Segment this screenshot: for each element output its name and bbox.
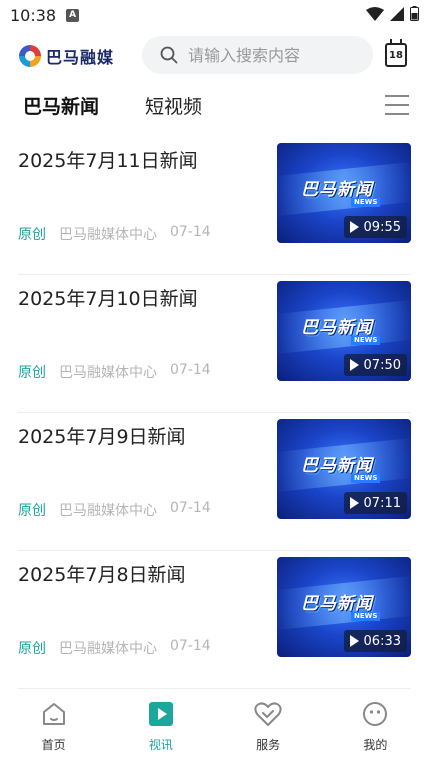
video-thumbnail[interactable]: 巴马新闻 NEWS 09:55 [277, 143, 411, 243]
news-date: 07-14 [170, 224, 211, 240]
nav-item-mine[interactable]: 我的 [322, 694, 429, 762]
tab-bama-news[interactable]: 巴马新闻 [23, 92, 99, 119]
original-tag: 原创 [18, 227, 46, 243]
news-source: 巴马融媒体中心 [59, 365, 157, 381]
video-duration: 06:33 [343, 630, 407, 652]
logo-mark-icon [19, 45, 41, 67]
nav-label-mine: 我的 [363, 738, 388, 752]
news-item[interactable]: 2025年7月9日新闻 原创 巴马融媒体中心 07-14 巴马新闻 NEWS 0… [18, 413, 411, 551]
nav-item-service[interactable]: 服务 [215, 694, 322, 762]
thumbnail-logo-text: 巴马新闻 [301, 318, 373, 338]
app-header: 巴马融媒 18 [0, 36, 429, 76]
news-date: 07-14 [170, 362, 211, 378]
notification-icon: A [66, 8, 80, 22]
menu-line [385, 104, 409, 106]
play-icon [147, 700, 175, 728]
news-title: 2025年7月10日新闻 [18, 288, 198, 310]
news-meta: 原创 巴马融媒体中心 07-14 [18, 500, 211, 520]
news-title: 2025年7月9日新闻 [18, 426, 186, 448]
news-source: 巴马融媒体中心 [59, 641, 157, 657]
battery-icon [410, 6, 419, 21]
news-item[interactable]: 2025年7月11日新闻 原创 巴马融媒体中心 07-14 巴马新闻 NEWS … [18, 137, 411, 275]
nav-label-home: 首页 [41, 738, 66, 752]
heart-icon [254, 700, 282, 728]
play-icon [349, 359, 359, 371]
smile-icon [361, 700, 389, 728]
video-duration: 07:50 [343, 354, 407, 376]
original-tag: 原创 [18, 503, 46, 519]
nav-label-service: 服务 [256, 738, 281, 752]
news-title: 2025年7月8日新闻 [18, 564, 186, 586]
calendar-day: 18 [389, 50, 403, 61]
news-title: 2025年7月11日新闻 [18, 150, 198, 172]
news-meta: 原创 巴马融媒体中心 07-14 [18, 224, 211, 244]
search-bar[interactable] [142, 36, 373, 74]
status-indicators [366, 6, 419, 21]
video-duration: 09:55 [343, 216, 407, 238]
news-date: 07-14 [170, 638, 211, 654]
news-list: 2025年7月11日新闻 原创 巴马融媒体中心 07-14 巴马新闻 NEWS … [0, 137, 429, 689]
logo-text: 巴马融媒 [46, 48, 115, 67]
status-time: 10:38 [10, 5, 57, 25]
news-source: 巴马融媒体中心 [59, 503, 157, 519]
duration-text: 07:50 [363, 357, 401, 373]
thumbnail-news-badge: NEWS [351, 198, 381, 207]
calendar-button[interactable]: 18 [385, 39, 407, 67]
nav-label-video: 视讯 [148, 738, 173, 752]
channel-tabs: 巴马新闻 短视频 [0, 88, 429, 124]
home-icon [40, 700, 68, 728]
search-input[interactable] [188, 45, 368, 65]
menu-line [385, 113, 409, 115]
menu-line [385, 95, 409, 97]
original-tag: 原创 [18, 641, 46, 657]
duration-text: 07:11 [363, 495, 401, 511]
play-icon [349, 221, 359, 233]
thumbnail-logo-text: 巴马新闻 [301, 594, 373, 614]
play-icon [349, 635, 359, 647]
thumbnail-logo-text: 巴马新闻 [301, 456, 373, 476]
wifi-icon [366, 6, 384, 21]
thumbnail-news-badge: NEWS [351, 474, 381, 483]
thumbnail-logo-text: 巴马新闻 [301, 180, 373, 200]
duration-text: 09:55 [363, 219, 401, 235]
original-tag: 原创 [18, 365, 46, 381]
video-thumbnail[interactable]: 巴马新闻 NEWS 07:11 [277, 419, 411, 519]
video-thumbnail[interactable]: 巴马新闻 NEWS 07:50 [277, 281, 411, 381]
status-bar: 10:38 A [0, 0, 429, 30]
thumbnail-news-badge: NEWS [351, 612, 381, 621]
play-icon [349, 497, 359, 509]
news-date: 07-14 [170, 500, 211, 516]
search-icon [160, 46, 178, 64]
news-meta: 原创 巴马融媒体中心 07-14 [18, 362, 211, 382]
app-logo: 巴马融媒 [19, 44, 114, 68]
news-item[interactable]: 2025年7月8日新闻 原创 巴马融媒体中心 07-14 巴马新闻 NEWS 0… [18, 551, 411, 689]
thumbnail-news-badge: NEWS [351, 336, 381, 345]
duration-text: 06:33 [363, 633, 401, 649]
news-item[interactable]: 2025年7月10日新闻 原创 巴马融媒体中心 07-14 巴马新闻 NEWS … [18, 275, 411, 413]
tab-short-video[interactable]: 短视频 [145, 92, 202, 119]
video-duration: 07:11 [343, 492, 407, 514]
video-thumbnail[interactable]: 巴马新闻 NEWS 06:33 [277, 557, 411, 657]
nav-item-home[interactable]: 首页 [0, 694, 107, 762]
news-source: 巴马融媒体中心 [59, 227, 157, 243]
channel-menu-button[interactable] [385, 95, 409, 115]
bottom-nav: 首页 视讯 服务 我的 [0, 694, 429, 762]
nav-item-video[interactable]: 视讯 [107, 694, 214, 762]
cellular-icon [390, 6, 404, 21]
news-meta: 原创 巴马融媒体中心 07-14 [18, 638, 211, 658]
